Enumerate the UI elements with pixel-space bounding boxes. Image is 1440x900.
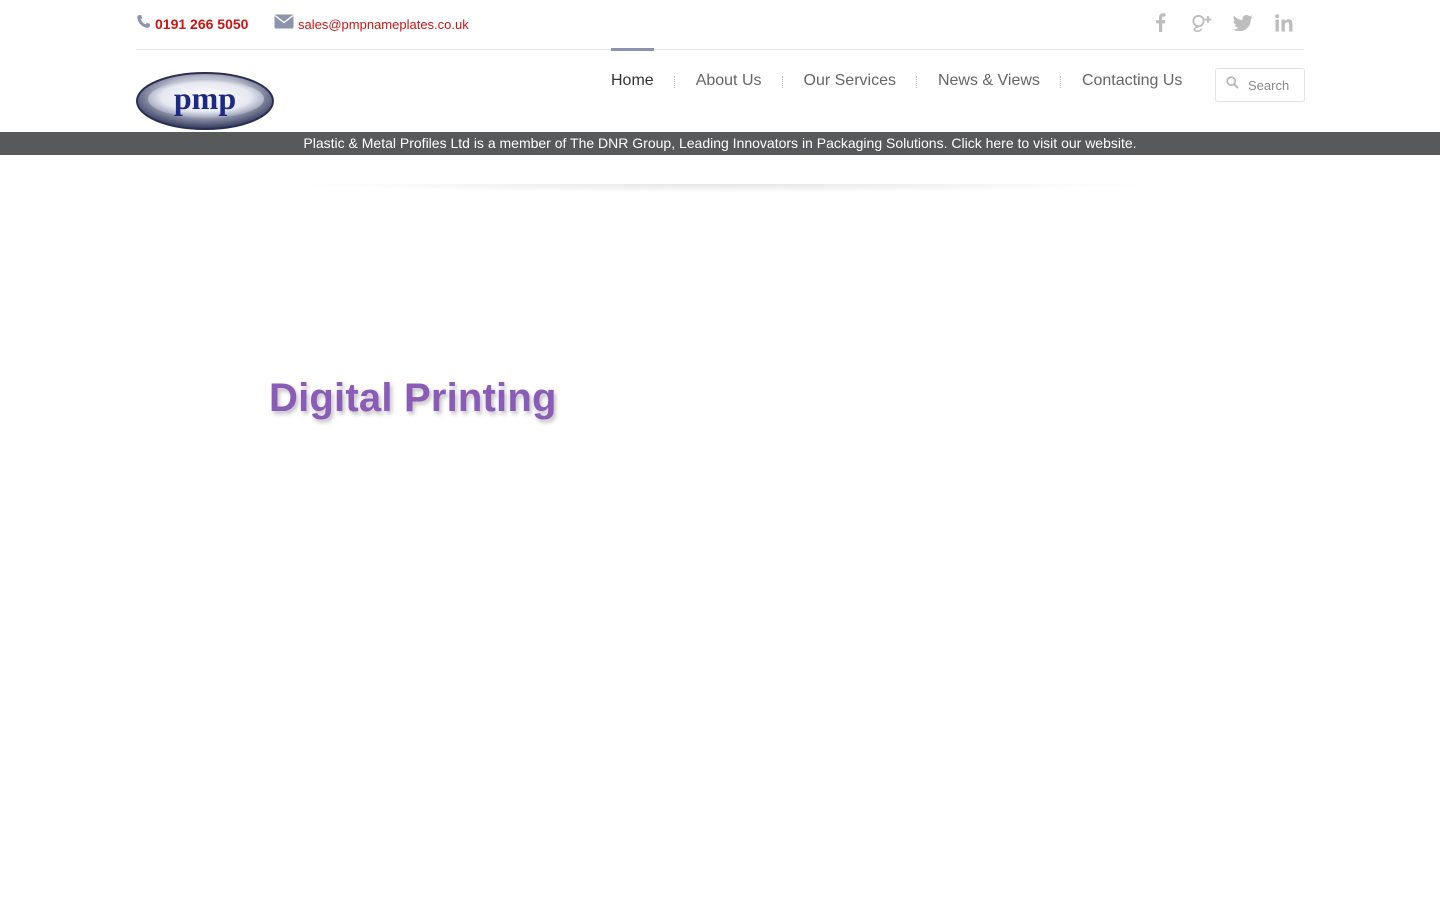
hero-title: Digital Printing	[269, 376, 557, 420]
email-link[interactable]: sales@pmpnameplates.co.uk	[274, 14, 469, 34]
twitter-link[interactable]	[1222, 12, 1263, 38]
twitter-icon	[1232, 14, 1253, 36]
facebook-link[interactable]	[1140, 12, 1181, 38]
nav-contact[interactable]: Contacting Us	[1082, 48, 1183, 118]
divider-shadow	[170, 184, 1280, 214]
phone-link[interactable]: 0191 266 5050	[136, 14, 248, 34]
logo[interactable]: pmp	[136, 72, 274, 130]
social-links	[1140, 12, 1304, 38]
phone-number: 0191 266 5050	[155, 16, 249, 32]
nav-separator	[654, 48, 696, 118]
dnr-group-banner[interactable]: Plastic & Metal Profiles Ltd is a member…	[0, 132, 1440, 155]
main-nav: Home About Us Our Services News & Views …	[611, 48, 1182, 118]
linkedin-link[interactable]	[1263, 12, 1304, 38]
email-address: sales@pmpnameplates.co.uk	[298, 16, 469, 32]
facebook-icon	[1155, 13, 1166, 37]
linkedin-icon	[1274, 13, 1293, 37]
nav-separator	[896, 48, 938, 118]
nav-separator	[1040, 48, 1082, 118]
search-icon	[1226, 76, 1239, 94]
nav-services[interactable]: Our Services	[804, 48, 896, 118]
logo-text: pmp	[174, 80, 236, 116]
nav-separator	[762, 48, 804, 118]
nav-news[interactable]: News & Views	[938, 48, 1040, 118]
top-bar: 0191 266 5050 sales@pmpnameplates.co.uk	[136, 0, 1304, 50]
nav-home[interactable]: Home	[611, 48, 654, 118]
search-box[interactable]	[1215, 68, 1306, 102]
google-plus-icon	[1191, 14, 1213, 37]
google-plus-link[interactable]	[1181, 12, 1222, 38]
envelope-icon	[274, 14, 294, 34]
search-input[interactable]	[1246, 76, 1306, 94]
phone-icon	[136, 14, 151, 34]
nav-about[interactable]: About Us	[696, 48, 762, 118]
